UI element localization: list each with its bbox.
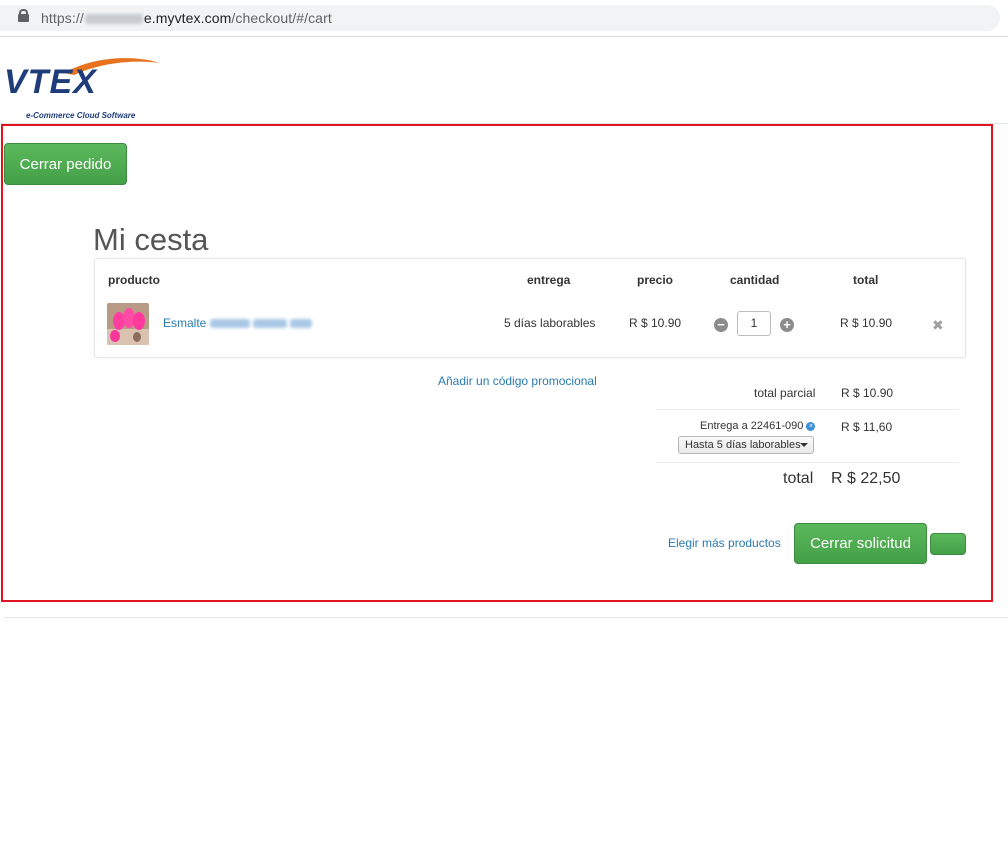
total-label: total: [783, 470, 814, 487]
summary-divider: [656, 462, 959, 463]
product-image: [107, 303, 149, 345]
chevron-down-icon: [800, 443, 808, 447]
minus-icon[interactable]: −: [714, 318, 728, 332]
footer-divider: [4, 617, 1008, 618]
more-products-link[interactable]: Elegir más productos: [668, 536, 781, 550]
vtex-logo-mark: VTEX: [4, 58, 159, 101]
cart-table: producto entrega precio cantidad total E…: [94, 258, 966, 358]
blurred-subdomain: [84, 14, 143, 25]
subtotal-value: R $ 10.90: [841, 386, 894, 400]
total-value: R $ 22,50: [831, 470, 901, 487]
header-precio: precio: [637, 273, 674, 287]
address-field[interactable]: https://e.myvtex.com/checkout/#/cart: [0, 5, 1000, 31]
header-cantidad: cantidad: [730, 273, 780, 287]
shipping-label: Entrega a 22461-090 ×: [700, 420, 816, 432]
summary-divider: [656, 409, 959, 410]
product-name-link[interactable]: Esmalte: [163, 316, 313, 330]
promo-code-link[interactable]: Añadir un código promocional: [438, 374, 597, 388]
remove-item-icon[interactable]: ✖: [932, 317, 944, 334]
cerrar-solicitud-button[interactable]: Cerrar solicitud: [794, 523, 927, 564]
page-title: Mi cesta: [93, 221, 209, 257]
item-total: R $ 10.90: [840, 316, 893, 330]
header-producto: producto: [108, 273, 160, 287]
blurred-color: [290, 319, 313, 329]
browser-url-bar: https://e.myvtex.com/checkout/#/cart: [0, 0, 1008, 37]
url-text[interactable]: https://e.myvtex.com/checkout/#/cart: [41, 10, 332, 26]
site-header: VTEX e-Commerce Cloud Software: [0, 37, 1008, 124]
lock-icon[interactable]: [18, 9, 29, 23]
shipping-value: R $ 11,60: [841, 420, 893, 434]
vtex-logo[interactable]: VTEX e-Commerce Cloud Software: [4, 55, 164, 120]
subtotal-label: total parcial: [754, 386, 816, 400]
secondary-green-button[interactable]: [930, 533, 966, 555]
blurred-brand: [209, 319, 250, 329]
logo-tagline: e-Commerce Cloud Software: [26, 111, 136, 120]
header-entrega: entrega: [527, 273, 571, 287]
cerrar-pedido-button[interactable]: Cerrar pedido: [4, 143, 127, 185]
logo-wordmark: VTEX: [4, 63, 98, 101]
product-thumbnail[interactable]: [107, 303, 149, 345]
quantity-input[interactable]: 1: [737, 311, 771, 336]
header-total: total: [853, 273, 879, 287]
plus-icon[interactable]: +: [780, 318, 794, 332]
item-precio: R $ 10.90: [629, 316, 682, 330]
item-entrega: 5 días laborables: [504, 316, 596, 330]
change-zip-icon[interactable]: ×: [806, 421, 816, 431]
shipping-option-select[interactable]: Hasta 5 días laborables: [678, 436, 814, 454]
blurred-variant: [253, 319, 288, 329]
